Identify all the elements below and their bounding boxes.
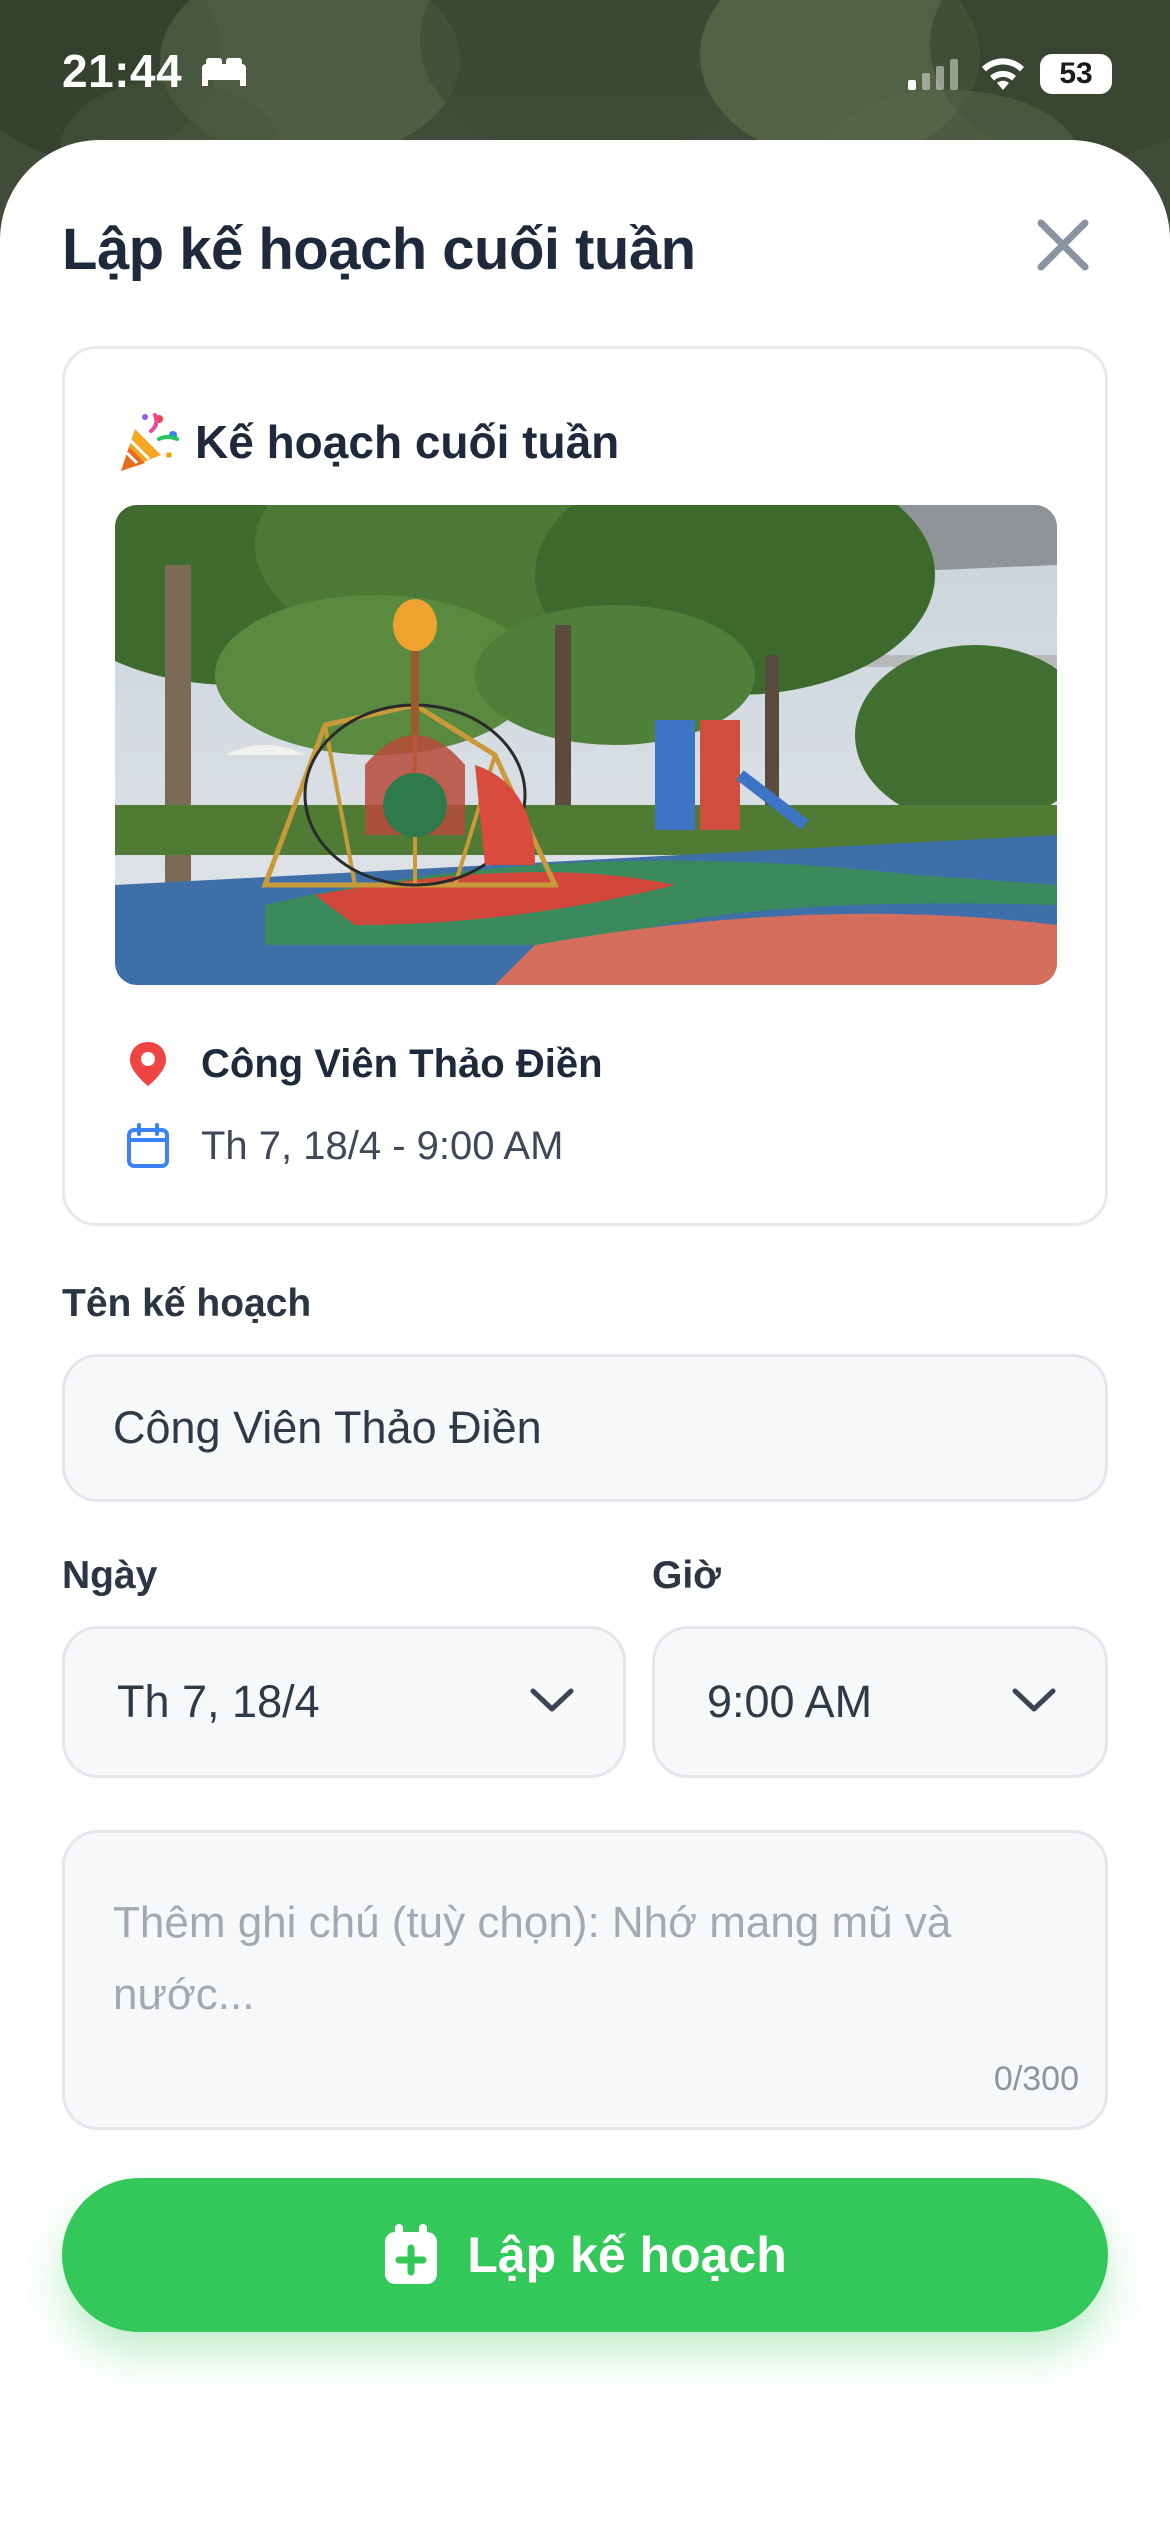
place-row: Công Viên Thảo Điền <box>123 1039 603 1089</box>
calendar-plus-icon <box>385 2224 438 2284</box>
card-title: Kế hoạch cuối tuần <box>195 416 620 468</box>
card-header: Kế hoạch cuối tuần <box>115 409 619 475</box>
time-label: Giờ <box>652 1554 721 1597</box>
plan-name-label: Tên kế hoạch <box>62 1282 312 1325</box>
plan-name-input[interactable]: Công Viên Thảo Điền <box>62 1354 1108 1502</box>
time-select[interactable]: 9:00 AM <box>652 1626 1108 1778</box>
battery-indicator: 53 <box>1040 54 1112 94</box>
plan-summary-card: Kế hoạch cuối tuần Công Viên Thảo Điền T… <box>62 346 1108 1226</box>
chevron-down-icon <box>1012 1688 1056 1712</box>
plan-name-value: Công Viên Thảo Điền <box>113 1402 542 1453</box>
chevron-down-icon <box>530 1688 574 1712</box>
sheet-title: Lập kế hoạch cuối tuần <box>62 217 696 282</box>
close-button[interactable] <box>1028 210 1098 280</box>
date-label: Ngày <box>62 1554 158 1597</box>
datetime-row: Th 7, 18/4 - 9:00 AM <box>123 1121 563 1171</box>
status-bar: 21:44 53 <box>0 0 1170 150</box>
status-time: 21:44 <box>62 45 183 97</box>
notes-placeholder: Thêm ghi chú (tuỳ chọn): Nhớ mang mũ và … <box>113 1898 952 2019</box>
date-value: Th 7, 18/4 <box>117 1676 320 1727</box>
date-select[interactable]: Th 7, 18/4 <box>62 1626 626 1778</box>
bed-icon <box>202 58 246 86</box>
create-plan-button[interactable]: Lập kế hoạch <box>62 2178 1108 2332</box>
wifi-icon <box>982 58 1024 90</box>
calendar-icon <box>127 1123 169 1168</box>
create-plan-label: Lập kế hoạch <box>467 2227 787 2283</box>
cellular-signal-icon <box>908 59 958 90</box>
location-pin-icon <box>130 1042 166 1086</box>
playground-photo <box>115 505 1057 985</box>
time-value: 9:00 AM <box>707 1676 873 1727</box>
notes-char-counter: 0/300 <box>993 2060 1079 2098</box>
plan-sheet: Lập kế hoạch cuối tuần Kế hoạch cuối tuầ… <box>0 140 1170 2532</box>
place-name: Công Viên Thảo Điền <box>201 1041 603 1086</box>
plan-datetime: Th 7, 18/4 - 9:00 AM <box>201 1123 564 1168</box>
close-icon <box>1037 219 1089 271</box>
notes-textarea[interactable]: Thêm ghi chú (tuỳ chọn): Nhớ mang mũ và … <box>62 1830 1108 2130</box>
party-popper-icon <box>121 413 179 471</box>
